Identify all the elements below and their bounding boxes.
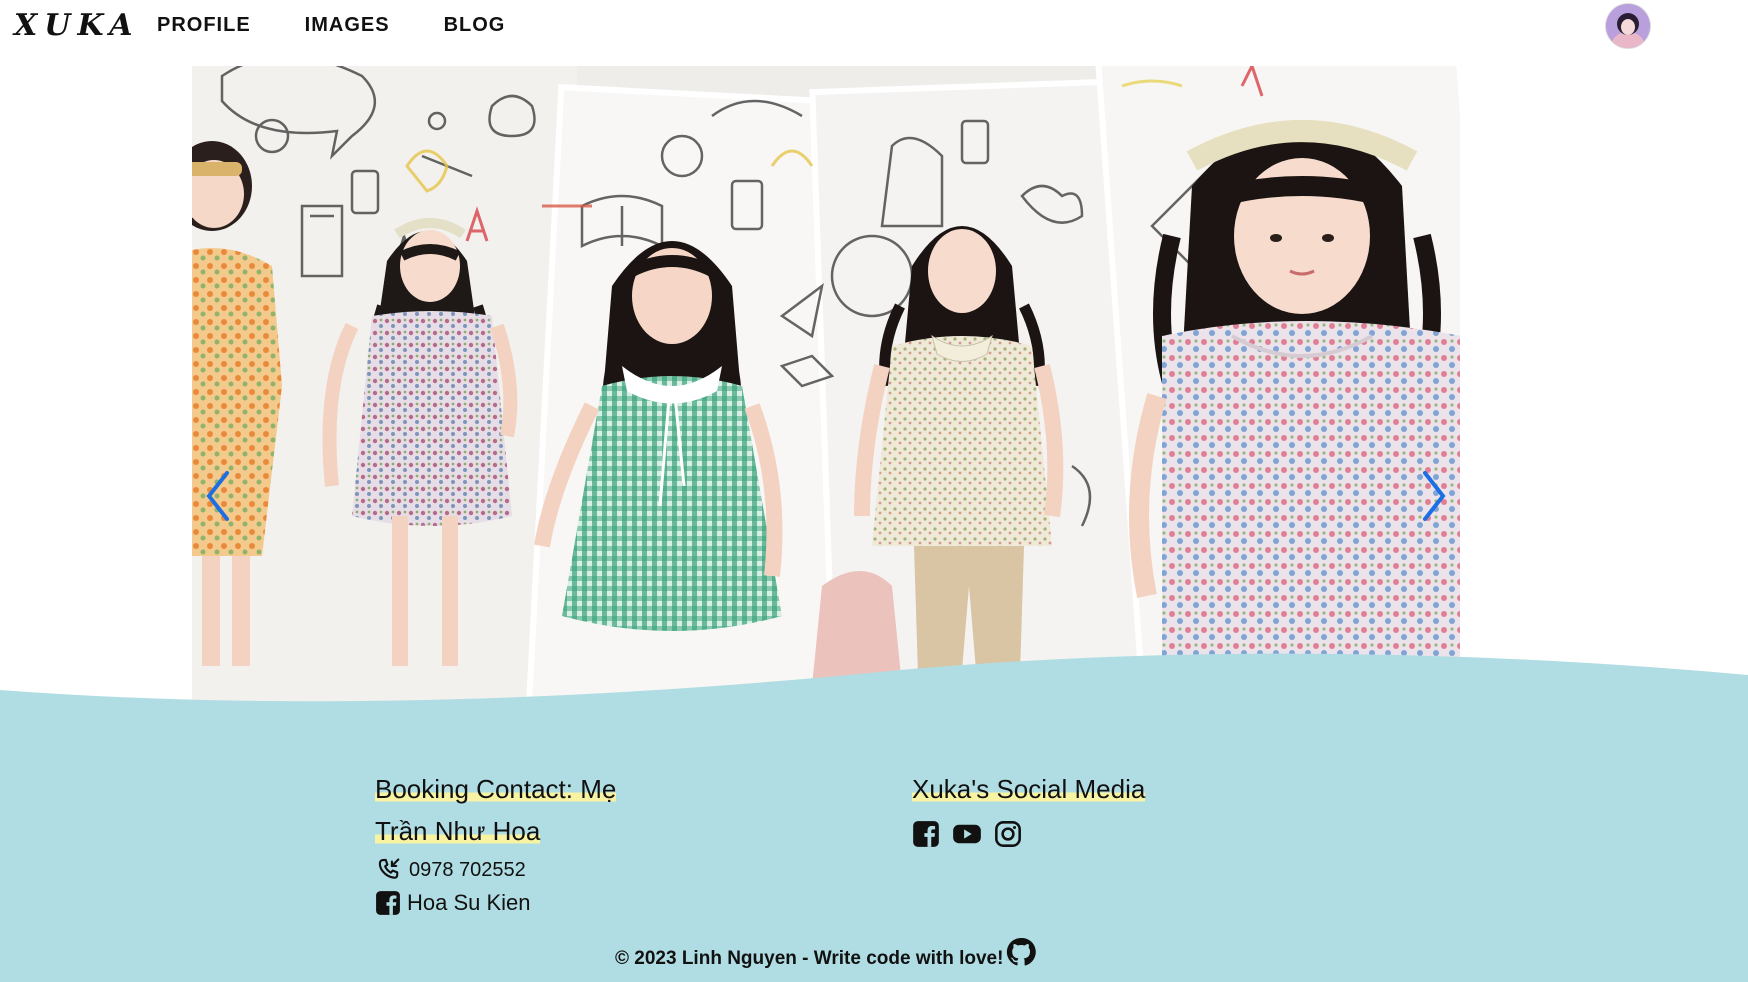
social-icons <box>912 820 1145 848</box>
image-carousel[interactable] <box>192 66 1460 702</box>
carousel-prev-button[interactable] <box>198 466 238 526</box>
nav-blog[interactable]: BLOG <box>444 14 506 37</box>
main-nav: PROFILE IMAGES BLOG <box>157 14 505 37</box>
copyright-text: © 2023 Linh Nguyen - Write code with lov… <box>615 948 1004 969</box>
github-icon[interactable] <box>1005 936 1037 968</box>
booking-title-line1: Booking Contact: Mẹ <box>375 774 617 804</box>
social-media: Xuka's Social Media <box>912 768 1146 848</box>
phone-row[interactable]: 0978 702552 <box>375 856 675 884</box>
site-footer: Booking Contact: Mẹ Trần Như Hoa 0978 70… <box>0 710 1748 982</box>
footer-wave <box>0 653 1748 720</box>
site-logo[interactable]: XUKA <box>14 8 140 43</box>
facebook-contact-name: Hoa Su Kien <box>407 890 531 915</box>
youtube-icon[interactable] <box>952 820 982 848</box>
carousel-next-button[interactable] <box>1414 466 1454 526</box>
copyright: © 2023 Linh Nguyen - Write code with lov… <box>615 936 1037 970</box>
phone-number: 0978 702552 <box>409 858 526 881</box>
facebook-contact-row[interactable]: Hoa Su Kien <box>375 890 675 916</box>
site-header: XUKA PROFILE IMAGES BLOG <box>0 0 1748 56</box>
user-avatar[interactable] <box>1606 4 1650 48</box>
kids-fashion-photo <box>192 66 1460 702</box>
booking-title-line2: Trần Như Hoa <box>375 816 541 846</box>
booking-title: Booking Contact: Mẹ Trần Như Hoa <box>375 768 675 852</box>
facebook-icon[interactable] <box>912 820 940 848</box>
social-title: Xuka's Social Media <box>912 774 1146 804</box>
chevron-right-icon <box>1423 471 1446 521</box>
carousel-slide <box>192 66 1460 702</box>
booking-contact: Booking Contact: Mẹ Trần Như Hoa 0978 70… <box>375 768 675 916</box>
instagram-icon[interactable] <box>994 820 1022 848</box>
nav-profile[interactable]: PROFILE <box>157 14 251 37</box>
phone-icon <box>378 858 400 879</box>
nav-images[interactable]: IMAGES <box>305 14 390 37</box>
facebook-square-icon <box>376 891 400 915</box>
avatar-image <box>1606 4 1650 48</box>
chevron-left-icon <box>206 471 229 521</box>
